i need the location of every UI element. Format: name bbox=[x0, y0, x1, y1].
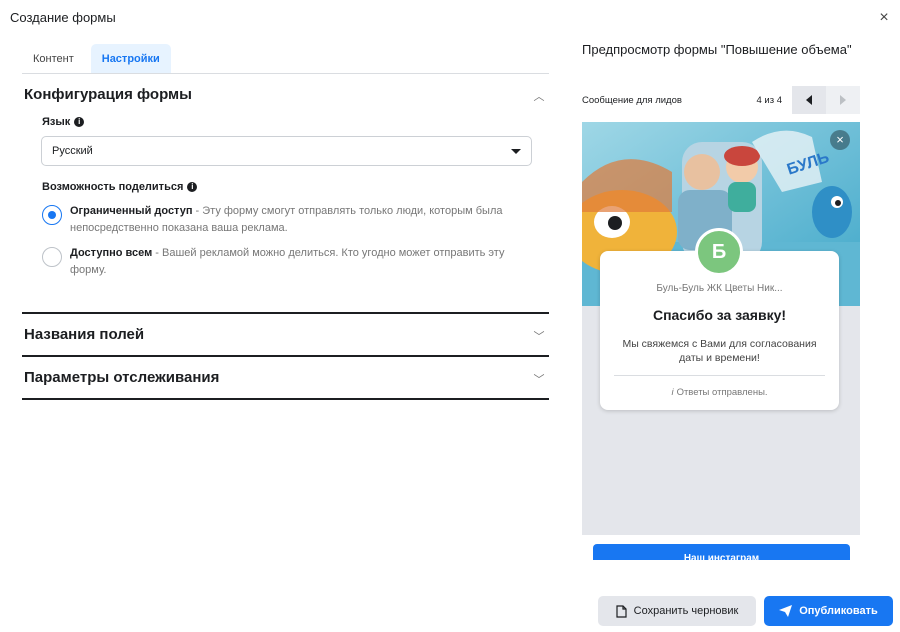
tab-content[interactable]: Контент bbox=[22, 44, 85, 73]
option-title: Доступно всем bbox=[70, 247, 153, 259]
tab-settings[interactable]: Настройки bbox=[90, 44, 171, 73]
document-icon bbox=[616, 604, 627, 618]
chevron-down-icon[interactable]: ﹀ bbox=[533, 371, 545, 387]
save-draft-button[interactable]: Сохранить черновик bbox=[598, 596, 756, 626]
sharing-label-text: Возможность поделиться bbox=[42, 181, 184, 193]
chevron-up-icon[interactable]: ︿ bbox=[533, 88, 545, 104]
avatar: Б bbox=[695, 228, 743, 276]
form-config-header[interactable]: Конфигурация формы bbox=[24, 86, 192, 103]
sent-note-text: Ответы отправлены. bbox=[676, 387, 768, 398]
info-icon: i bbox=[187, 182, 198, 192]
language-label: Язык i bbox=[42, 116, 85, 128]
radio-button-public[interactable] bbox=[42, 247, 62, 267]
tracking-params-header[interactable]: Параметры отслеживания bbox=[24, 369, 219, 386]
arrow-left-icon bbox=[806, 95, 812, 105]
divider bbox=[614, 375, 825, 376]
field-names-header[interactable]: Названия полей bbox=[24, 326, 144, 343]
radio-option-public[interactable]: Доступно всем - Вашей рекламой можно дел… bbox=[42, 245, 520, 279]
arrow-right-icon bbox=[840, 95, 846, 105]
language-select-value: Русский bbox=[52, 145, 93, 157]
divider bbox=[22, 355, 549, 357]
divider bbox=[22, 398, 549, 400]
publish-label: Опубликовать bbox=[799, 605, 878, 617]
prev-page-button[interactable] bbox=[792, 86, 826, 114]
radio-option-restricted[interactable]: Ограниченный доступ - Эту форму смогут о… bbox=[42, 203, 520, 237]
divider bbox=[22, 312, 549, 314]
save-draft-label: Сохранить черновик bbox=[633, 605, 739, 617]
close-icon[interactable]: × bbox=[876, 10, 892, 26]
send-icon bbox=[779, 605, 793, 617]
sharing-label: Возможность поделиться i bbox=[42, 181, 198, 193]
option-title: Ограниченный доступ bbox=[70, 205, 193, 217]
instagram-cta-button[interactable]: Наш инстаграм bbox=[593, 544, 850, 560]
preview-message-label: Сообщение для лидов bbox=[582, 94, 682, 106]
thank-you-description: Мы свяжемся с Вами для согласования даты… bbox=[622, 338, 817, 364]
radio-button-restricted[interactable] bbox=[42, 205, 62, 225]
language-label-text: Язык bbox=[42, 116, 71, 128]
info-icon: i bbox=[74, 117, 85, 127]
publish-button[interactable]: Опубликовать bbox=[764, 596, 893, 626]
thank-you-title: Спасибо за заявку! bbox=[652, 307, 787, 323]
preview-close-icon[interactable]: × bbox=[830, 130, 850, 150]
caret-down-icon bbox=[511, 148, 521, 154]
radio-option-public-text: Доступно всем - Вашей рекламой можно дел… bbox=[70, 245, 520, 279]
sent-note: i Ответы отправлены. bbox=[600, 387, 839, 398]
next-page-button[interactable] bbox=[826, 86, 860, 114]
language-select[interactable]: Русский bbox=[41, 136, 532, 166]
tab-bar: Контент Настройки bbox=[22, 40, 549, 74]
preview-counter: 4 из 4 bbox=[756, 94, 782, 106]
dialog-title: Создание формы bbox=[10, 10, 116, 25]
info-icon: i bbox=[671, 387, 674, 398]
preview-toolbar: Сообщение для лидов 4 из 4 bbox=[582, 86, 860, 114]
radio-option-restricted-text: Ограниченный доступ - Эту форму смогут о… bbox=[70, 203, 520, 237]
preview-title: Предпросмотр формы "Повышение объема" bbox=[582, 42, 852, 57]
chevron-down-icon[interactable]: ﹀ bbox=[533, 328, 545, 344]
page-name: Буль-Буль ЖК Цветы Ник... bbox=[656, 283, 783, 294]
